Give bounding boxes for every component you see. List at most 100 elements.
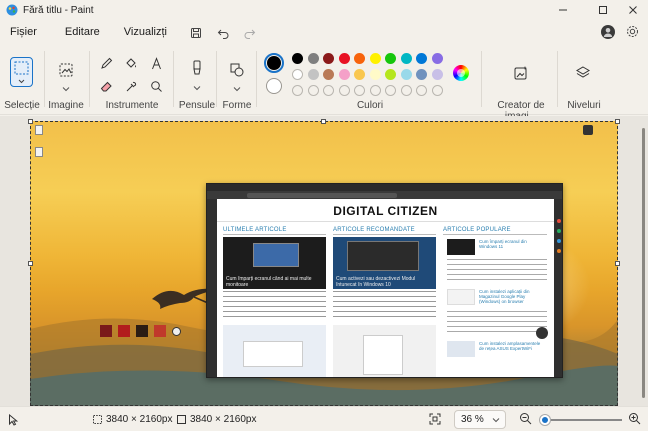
custom-color-slot[interactable] — [323, 85, 334, 96]
group-label-image: Imagine — [48, 100, 84, 111]
shapes-button[interactable] — [227, 60, 247, 80]
desktop-icon — [35, 147, 43, 157]
vertical-scrollbar[interactable] — [641, 120, 646, 405]
color-swatch[interactable] — [416, 69, 427, 80]
zoom-out-icon — [520, 413, 532, 425]
browser-right-sidebar — [554, 199, 562, 377]
primary-color[interactable] — [264, 53, 284, 73]
brushes-button[interactable] — [187, 58, 207, 78]
zoom-slider-track[interactable] — [540, 419, 622, 421]
secondary-color[interactable] — [266, 78, 282, 94]
minimize-button[interactable] — [546, 0, 580, 20]
maximize-icon — [599, 6, 607, 14]
color-swatch[interactable] — [323, 69, 334, 80]
column-title-recommended: ARTICOLE RECOMANDATE — [333, 227, 415, 233]
color-swatch[interactable] — [338, 53, 350, 64]
image-creator-icon — [514, 66, 527, 80]
image-dropdown[interactable] — [56, 79, 76, 99]
custom-color-slot[interactable] — [338, 85, 350, 96]
color-swatch[interactable] — [385, 53, 396, 64]
color-swatch[interactable] — [354, 69, 365, 80]
color-swatch[interactable] — [431, 53, 443, 64]
color-swatch[interactable] — [431, 69, 443, 80]
menu-file[interactable]: Fișier — [1, 20, 46, 45]
color-swatch[interactable] — [354, 53, 365, 64]
desktop-icon — [172, 327, 181, 336]
color-swatch[interactable] — [292, 69, 303, 80]
settings-button[interactable] — [625, 24, 640, 39]
account-avatar[interactable] — [601, 25, 615, 39]
color-swatch[interactable] — [338, 69, 350, 80]
canvas-workspace: DIGITAL CITIZEN ULTIMELE ARTICOLE Cum îm… — [0, 116, 648, 406]
article-thumbnail — [447, 341, 475, 357]
resize-handle[interactable] — [321, 119, 326, 124]
menu-edit[interactable]: Editare — [56, 20, 109, 45]
redo-button[interactable] — [238, 21, 262, 45]
custom-color-slot[interactable] — [385, 85, 396, 96]
custom-color-slot[interactable] — [400, 85, 412, 96]
maximize-button[interactable] — [586, 0, 620, 20]
resize-handle[interactable] — [615, 119, 620, 124]
edit-colors-button[interactable] — [453, 65, 469, 81]
pencil-tool[interactable] — [96, 53, 116, 73]
custom-color-slot[interactable] — [307, 85, 319, 96]
primary-color-swatch — [267, 56, 281, 70]
color-swatch[interactable] — [400, 69, 412, 80]
color-swatch[interactable] — [416, 53, 427, 64]
color-swatch[interactable] — [400, 53, 412, 64]
headline: Cum instalezi aplicații din Magazinul Go… — [479, 289, 530, 304]
save-button[interactable] — [184, 21, 208, 45]
browser-addressbar — [207, 191, 562, 199]
magnifier-icon — [150, 80, 162, 92]
zoom-select[interactable]: 36 % — [454, 410, 506, 429]
fill-tool[interactable] — [121, 53, 141, 73]
rectangle-select-icon — [14, 61, 29, 84]
resize-handle[interactable] — [615, 261, 620, 266]
brushes-dropdown[interactable] — [187, 78, 207, 98]
magnifier-tool[interactable] — [146, 76, 166, 96]
undo-button[interactable] — [212, 21, 236, 45]
shapes-dropdown[interactable] — [227, 79, 247, 99]
eraser-tool[interactable] — [96, 76, 116, 96]
selection-tool[interactable] — [10, 57, 33, 87]
resize-handle[interactable] — [28, 261, 33, 266]
article-excerpt — [333, 291, 436, 321]
desktop-icon — [583, 125, 593, 135]
headline: Cum împarți ecranul din Windows 11 — [479, 239, 527, 249]
chevron-down-icon — [492, 418, 500, 423]
custom-color-slot[interactable] — [431, 85, 443, 96]
pencil-icon — [100, 57, 112, 69]
color-swatch[interactable] — [369, 53, 381, 64]
color-swatch[interactable] — [307, 69, 319, 80]
drawing-canvas[interactable]: DIGITAL CITIZEN ULTIMELE ARTICOLE Cum îm… — [30, 121, 618, 406]
custom-color-slot[interactable] — [292, 85, 303, 96]
custom-color-slot[interactable] — [416, 85, 427, 96]
color-picker-tool[interactable] — [121, 76, 141, 96]
custom-color-slot[interactable] — [369, 85, 381, 96]
menu-view[interactable]: Vizualizți — [115, 20, 176, 45]
zoom-in-button[interactable] — [628, 412, 641, 425]
article-thumbnail — [223, 237, 326, 275]
zoom-out-button[interactable] — [519, 412, 532, 425]
fit-to-window-button[interactable] — [428, 412, 442, 426]
image-crop-button[interactable] — [56, 60, 76, 80]
zoom-slider-thumb[interactable] — [539, 415, 550, 425]
color-swatch[interactable] — [292, 53, 303, 64]
headline: Cum instalezi amplasamentele de rețea AS… — [479, 341, 541, 351]
custom-color-slot[interactable] — [354, 85, 365, 96]
divider — [44, 51, 45, 107]
color-swatch[interactable] — [385, 69, 396, 80]
image-creator-button[interactable] — [511, 63, 531, 83]
layers-button[interactable] — [573, 63, 593, 83]
color-swatch[interactable] — [323, 53, 334, 64]
undo-icon — [218, 29, 229, 39]
color-swatch[interactable] — [369, 69, 381, 80]
fit-screen-icon — [429, 413, 441, 425]
resize-handle[interactable] — [28, 119, 33, 124]
color-wheel-icon — [457, 69, 465, 77]
close-button[interactable] — [616, 0, 648, 20]
website-page: DIGITAL CITIZEN ULTIMELE ARTICOLE Cum îm… — [217, 199, 554, 377]
text-tool[interactable] — [146, 53, 166, 73]
browser-sidebar — [207, 199, 217, 377]
color-swatch[interactable] — [307, 53, 319, 64]
